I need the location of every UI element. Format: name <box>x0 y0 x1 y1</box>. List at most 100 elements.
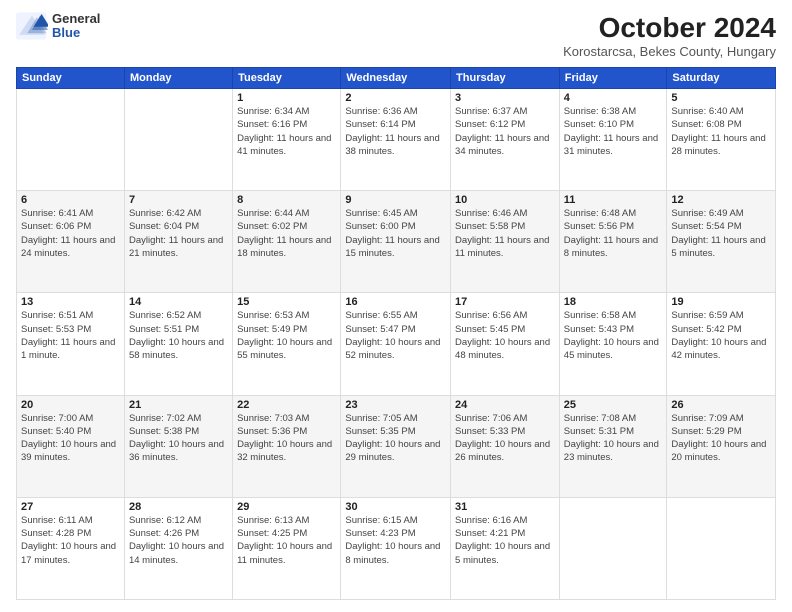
calendar-body: 1Sunrise: 6:34 AMSunset: 6:16 PMDaylight… <box>17 89 776 600</box>
main-title: October 2024 <box>563 12 776 44</box>
table-row <box>667 497 776 599</box>
col-monday: Monday <box>124 68 232 89</box>
title-area: October 2024 Korostarcsa, Bekes County, … <box>563 12 776 59</box>
day-info: Sunrise: 7:03 AMSunset: 5:36 PMDaylight:… <box>237 412 336 465</box>
table-row <box>124 89 232 191</box>
day-info: Sunrise: 6:52 AMSunset: 5:51 PMDaylight:… <box>129 309 228 362</box>
day-info: Sunrise: 6:49 AMSunset: 5:54 PMDaylight:… <box>671 207 771 260</box>
table-row: 19Sunrise: 6:59 AMSunset: 5:42 PMDayligh… <box>667 293 776 395</box>
table-row: 13Sunrise: 6:51 AMSunset: 5:53 PMDayligh… <box>17 293 125 395</box>
day-info: Sunrise: 6:53 AMSunset: 5:49 PMDaylight:… <box>237 309 336 362</box>
day-number: 20 <box>21 399 120 411</box>
day-info: Sunrise: 6:55 AMSunset: 5:47 PMDaylight:… <box>345 309 446 362</box>
day-number: 14 <box>129 296 228 308</box>
day-number: 11 <box>564 194 663 206</box>
table-row: 3Sunrise: 6:37 AMSunset: 6:12 PMDaylight… <box>451 89 560 191</box>
col-friday: Friday <box>559 68 667 89</box>
table-row: 11Sunrise: 6:48 AMSunset: 5:56 PMDayligh… <box>559 191 667 293</box>
table-row: 26Sunrise: 7:09 AMSunset: 5:29 PMDayligh… <box>667 395 776 497</box>
col-saturday: Saturday <box>667 68 776 89</box>
day-number: 6 <box>21 194 120 206</box>
table-row: 1Sunrise: 6:34 AMSunset: 6:16 PMDaylight… <box>233 89 341 191</box>
day-info: Sunrise: 6:41 AMSunset: 6:06 PMDaylight:… <box>21 207 120 260</box>
calendar-week-row: 1Sunrise: 6:34 AMSunset: 6:16 PMDaylight… <box>17 89 776 191</box>
table-row: 10Sunrise: 6:46 AMSunset: 5:58 PMDayligh… <box>451 191 560 293</box>
table-row: 8Sunrise: 6:44 AMSunset: 6:02 PMDaylight… <box>233 191 341 293</box>
table-row: 23Sunrise: 7:05 AMSunset: 5:35 PMDayligh… <box>341 395 451 497</box>
day-number: 8 <box>237 194 336 206</box>
calendar-week-row: 13Sunrise: 6:51 AMSunset: 5:53 PMDayligh… <box>17 293 776 395</box>
day-info: Sunrise: 6:40 AMSunset: 6:08 PMDaylight:… <box>671 105 771 158</box>
day-number: 18 <box>564 296 663 308</box>
day-number: 15 <box>237 296 336 308</box>
table-row: 30Sunrise: 6:15 AMSunset: 4:23 PMDayligh… <box>341 497 451 599</box>
day-info: Sunrise: 6:38 AMSunset: 6:10 PMDaylight:… <box>564 105 663 158</box>
day-number: 3 <box>455 92 555 104</box>
day-number: 16 <box>345 296 446 308</box>
day-number: 27 <box>21 501 120 513</box>
table-row <box>17 89 125 191</box>
logo-text: General Blue <box>52 12 100 41</box>
col-tuesday: Tuesday <box>233 68 341 89</box>
day-info: Sunrise: 6:11 AMSunset: 4:28 PMDaylight:… <box>21 514 120 567</box>
day-info: Sunrise: 7:08 AMSunset: 5:31 PMDaylight:… <box>564 412 663 465</box>
col-sunday: Sunday <box>17 68 125 89</box>
day-info: Sunrise: 6:15 AMSunset: 4:23 PMDaylight:… <box>345 514 446 567</box>
day-info: Sunrise: 7:06 AMSunset: 5:33 PMDaylight:… <box>455 412 555 465</box>
day-number: 24 <box>455 399 555 411</box>
day-info: Sunrise: 6:46 AMSunset: 5:58 PMDaylight:… <box>455 207 555 260</box>
day-number: 13 <box>21 296 120 308</box>
table-row: 7Sunrise: 6:42 AMSunset: 6:04 PMDaylight… <box>124 191 232 293</box>
table-row: 21Sunrise: 7:02 AMSunset: 5:38 PMDayligh… <box>124 395 232 497</box>
table-row: 14Sunrise: 6:52 AMSunset: 5:51 PMDayligh… <box>124 293 232 395</box>
table-row: 28Sunrise: 6:12 AMSunset: 4:26 PMDayligh… <box>124 497 232 599</box>
day-info: Sunrise: 7:09 AMSunset: 5:29 PMDaylight:… <box>671 412 771 465</box>
day-number: 9 <box>345 194 446 206</box>
table-row: 15Sunrise: 6:53 AMSunset: 5:49 PMDayligh… <box>233 293 341 395</box>
day-info: Sunrise: 6:12 AMSunset: 4:26 PMDaylight:… <box>129 514 228 567</box>
day-info: Sunrise: 6:45 AMSunset: 6:00 PMDaylight:… <box>345 207 446 260</box>
day-number: 23 <box>345 399 446 411</box>
day-info: Sunrise: 7:05 AMSunset: 5:35 PMDaylight:… <box>345 412 446 465</box>
day-info: Sunrise: 6:16 AMSunset: 4:21 PMDaylight:… <box>455 514 555 567</box>
table-row <box>559 497 667 599</box>
table-row: 9Sunrise: 6:45 AMSunset: 6:00 PMDaylight… <box>341 191 451 293</box>
day-info: Sunrise: 7:00 AMSunset: 5:40 PMDaylight:… <box>21 412 120 465</box>
day-number: 25 <box>564 399 663 411</box>
day-number: 7 <box>129 194 228 206</box>
day-number: 28 <box>129 501 228 513</box>
calendar-header-row: Sunday Monday Tuesday Wednesday Thursday… <box>17 68 776 89</box>
table-row: 22Sunrise: 7:03 AMSunset: 5:36 PMDayligh… <box>233 395 341 497</box>
table-row: 20Sunrise: 7:00 AMSunset: 5:40 PMDayligh… <box>17 395 125 497</box>
logo-blue-text: Blue <box>52 26 100 40</box>
day-number: 19 <box>671 296 771 308</box>
day-number: 2 <box>345 92 446 104</box>
day-number: 4 <box>564 92 663 104</box>
table-row: 18Sunrise: 6:58 AMSunset: 5:43 PMDayligh… <box>559 293 667 395</box>
table-row: 16Sunrise: 6:55 AMSunset: 5:47 PMDayligh… <box>341 293 451 395</box>
table-row: 5Sunrise: 6:40 AMSunset: 6:08 PMDaylight… <box>667 89 776 191</box>
day-info: Sunrise: 6:48 AMSunset: 5:56 PMDaylight:… <box>564 207 663 260</box>
header: General Blue October 2024 Korostarcsa, B… <box>16 12 776 59</box>
page: General Blue October 2024 Korostarcsa, B… <box>0 0 792 612</box>
day-info: Sunrise: 6:44 AMSunset: 6:02 PMDaylight:… <box>237 207 336 260</box>
day-number: 22 <box>237 399 336 411</box>
table-row: 25Sunrise: 7:08 AMSunset: 5:31 PMDayligh… <box>559 395 667 497</box>
table-row: 12Sunrise: 6:49 AMSunset: 5:54 PMDayligh… <box>667 191 776 293</box>
table-row: 4Sunrise: 6:38 AMSunset: 6:10 PMDaylight… <box>559 89 667 191</box>
day-info: Sunrise: 6:51 AMSunset: 5:53 PMDaylight:… <box>21 309 120 362</box>
calendar-week-row: 6Sunrise: 6:41 AMSunset: 6:06 PMDaylight… <box>17 191 776 293</box>
day-info: Sunrise: 6:59 AMSunset: 5:42 PMDaylight:… <box>671 309 771 362</box>
col-thursday: Thursday <box>451 68 560 89</box>
table-row: 29Sunrise: 6:13 AMSunset: 4:25 PMDayligh… <box>233 497 341 599</box>
day-number: 12 <box>671 194 771 206</box>
table-row: 27Sunrise: 6:11 AMSunset: 4:28 PMDayligh… <box>17 497 125 599</box>
day-number: 1 <box>237 92 336 104</box>
subtitle: Korostarcsa, Bekes County, Hungary <box>563 44 776 59</box>
day-info: Sunrise: 7:02 AMSunset: 5:38 PMDaylight:… <box>129 412 228 465</box>
logo-general-text: General <box>52 12 100 26</box>
day-number: 29 <box>237 501 336 513</box>
day-number: 21 <box>129 399 228 411</box>
day-number: 30 <box>345 501 446 513</box>
calendar-week-row: 27Sunrise: 6:11 AMSunset: 4:28 PMDayligh… <box>17 497 776 599</box>
